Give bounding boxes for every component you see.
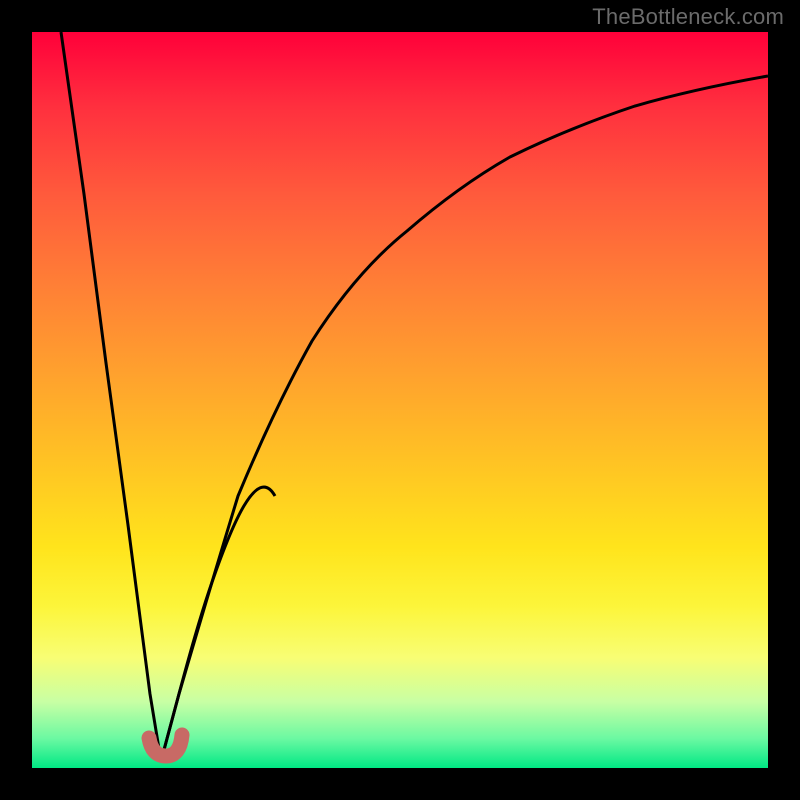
series-right-branch	[161, 487, 275, 761]
chart-frame: TheBottleneck.com	[0, 0, 800, 800]
chart-svg	[32, 32, 768, 768]
watermark-text: TheBottleneck.com	[592, 4, 784, 30]
series-left-branch	[61, 32, 161, 761]
series-right-branch-main	[161, 76, 768, 761]
